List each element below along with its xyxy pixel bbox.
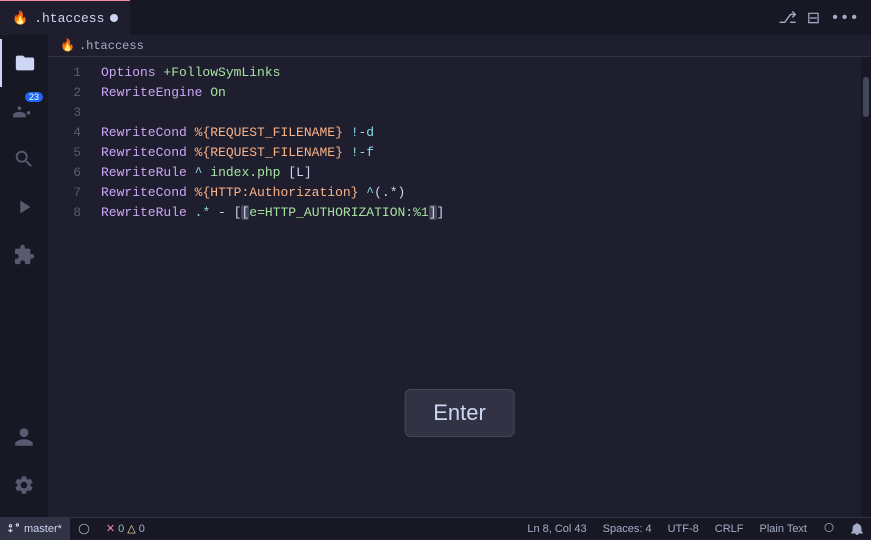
errors-warnings-status[interactable]: ✕ 0 △ 0 [98, 518, 153, 540]
tab-modified-dot [110, 14, 118, 22]
git-branch-icon [8, 523, 20, 535]
tab-file-icon: 🔥 [12, 11, 28, 26]
tab-filename: .htaccess [34, 11, 104, 26]
breadcrumb-bar: 🔥 .htaccess [48, 35, 871, 57]
code-line-3 [101, 103, 861, 123]
tab-right-actions: ⎇ ⊟ ••• [778, 8, 871, 28]
editor[interactable]: 1 2 3 4 5 6 7 8 Options +FollowSymLinks … [48, 57, 871, 517]
htaccess-tab[interactable]: 🔥 .htaccess [0, 0, 130, 35]
source-control-activity-item[interactable]: 23 [0, 87, 48, 135]
activity-bar: 23 [0, 35, 48, 517]
account-activity-item[interactable] [0, 413, 48, 461]
scrollbar-thumb[interactable] [863, 77, 869, 117]
indent-status[interactable]: Spaces: 4 [595, 518, 660, 540]
breadcrumb-file-icon: 🔥 [60, 38, 75, 53]
encoding-status[interactable]: UTF-8 [660, 518, 707, 540]
files-activity-item[interactable] [0, 39, 48, 87]
code-line-4: RewriteCond %{REQUEST_FILENAME} !-d [101, 123, 861, 143]
split-editor-icon[interactable]: ⊟ [807, 8, 820, 28]
code-area[interactable]: Options +FollowSymLinks RewriteEngine On… [93, 57, 861, 517]
language-status[interactable]: Plain Text [752, 518, 816, 540]
status-left: master* ✕ 0 △ 0 [0, 518, 153, 540]
warning-count: 0 [139, 523, 145, 535]
status-right: Ln 8, Col 43 Spaces: 4 UTF-8 CRLF Plain … [519, 518, 871, 540]
sync-icon [78, 523, 90, 535]
cursor-position-status[interactable]: Ln 8, Col 43 [519, 518, 594, 540]
code-line-8: RewriteRule .* - [[e=HTTP_AUTHORIZATION:… [101, 203, 861, 223]
sync-status[interactable] [70, 518, 98, 540]
line-ending-label: CRLF [715, 523, 744, 535]
more-actions-icon[interactable]: ••• [830, 9, 859, 27]
code-line-5: RewriteCond %{REQUEST_FILENAME} !-f [101, 143, 861, 163]
extensions-activity-item[interactable] [0, 231, 48, 279]
main-area: 23 🔥 .htaccess [0, 35, 871, 517]
activity-bottom [0, 413, 48, 517]
git-branch-name: master* [24, 523, 62, 535]
git-branch-status[interactable]: master* [0, 518, 70, 540]
code-line-2: RewriteEngine On [101, 83, 861, 103]
code-line-7: RewriteCond %{HTTP:Authorization} ^(.*) [101, 183, 861, 203]
code-line-1: Options +FollowSymLinks [101, 63, 861, 83]
language-label: Plain Text [760, 523, 808, 535]
cursor-position: Ln 8, Col 43 [527, 523, 586, 535]
notifications-status[interactable] [843, 518, 871, 540]
encoding-label: UTF-8 [668, 523, 699, 535]
tab-bar: 🔥 .htaccess ⎇ ⊟ ••• [0, 0, 871, 35]
warning-icon: △ [127, 522, 135, 535]
bell-icon [851, 523, 863, 535]
breadcrumb-path: .htaccess [79, 39, 144, 53]
indent-label: Spaces: 4 [603, 523, 652, 535]
run-activity-item[interactable] [0, 183, 48, 231]
status-bar: master* ✕ 0 △ 0 Ln 8, Col 43 Spaces: 4 U… [0, 517, 871, 539]
search-activity-item[interactable] [0, 135, 48, 183]
code-line-6: RewriteRule ^ index.php [L] [101, 163, 861, 183]
error-count: 0 [118, 523, 124, 535]
remote-status[interactable] [815, 518, 843, 540]
line-ending-status[interactable]: CRLF [707, 518, 752, 540]
remote-icon [823, 523, 835, 535]
source-control-icon[interactable]: ⎇ [778, 8, 796, 28]
line-numbers: 1 2 3 4 5 6 7 8 [48, 57, 93, 517]
settings-activity-item[interactable] [0, 461, 48, 509]
error-icon: ✕ [106, 522, 115, 535]
editor-scrollbar[interactable] [861, 57, 871, 517]
editor-container: 🔥 .htaccess 1 2 3 4 5 6 7 8 Options +Fol… [48, 35, 871, 517]
